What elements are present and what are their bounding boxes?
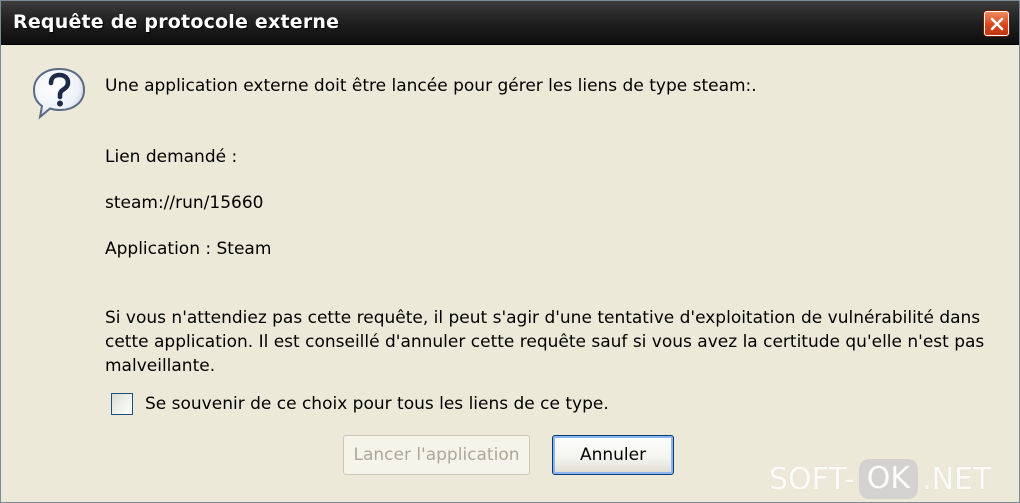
security-warning: Si vous n'attendiez pas cette requête, i… <box>105 308 985 376</box>
watermark-suffix: .NET <box>922 461 992 497</box>
watermark-badge: OK <box>858 459 919 499</box>
remember-choice-checkbox[interactable] <box>111 393 133 415</box>
dialog-body: Une application externe doit être lancée… <box>1 46 1019 502</box>
remember-choice-row[interactable]: Se souvenir de ce choix pour tous les li… <box>111 392 609 416</box>
cancel-button[interactable]: Annuler <box>552 435 674 475</box>
external-protocol-dialog: Requête de protocole externe Une applica… <box>0 0 1020 503</box>
close-button[interactable] <box>984 11 1009 36</box>
dialog-message: Une application externe doit être lancée… <box>105 76 757 96</box>
watermark-prefix: SOFT- <box>769 461 855 497</box>
title-bar[interactable]: Requête de protocole externe <box>1 1 1019 45</box>
question-bubble-icon <box>31 66 87 120</box>
remember-choice-label[interactable]: Se souvenir de ce choix pour tous les li… <box>145 394 609 414</box>
launch-application-button[interactable]: Lancer l'application <box>343 435 530 475</box>
site-watermark: SOFT- OK .NET <box>769 458 991 500</box>
requested-link-value: steam://run/15660 <box>105 193 264 213</box>
application-name: Application : Steam <box>105 239 272 259</box>
window-title: Requête de protocole externe <box>13 11 340 33</box>
requested-link-label: Lien demandé : <box>105 147 238 167</box>
